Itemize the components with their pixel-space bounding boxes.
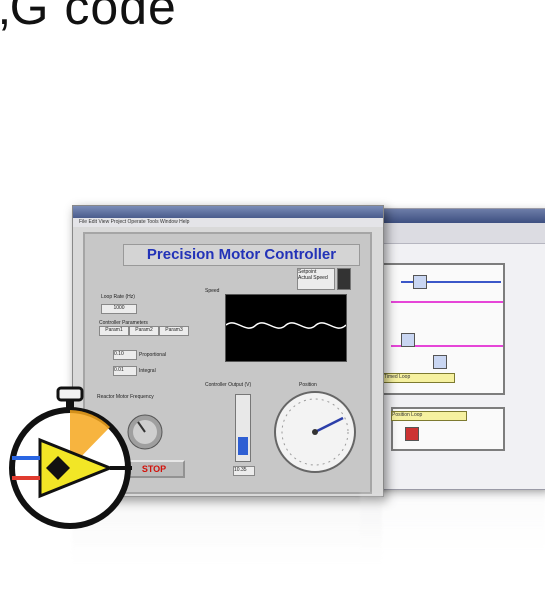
output-value: 10.35 bbox=[233, 466, 255, 476]
tab[interactable]: Param3 bbox=[159, 326, 189, 336]
proportional-label: Proportional bbox=[139, 352, 166, 358]
loop-label: Timed Loop bbox=[383, 373, 455, 383]
reflection bbox=[360, 492, 545, 552]
graph-icon bbox=[225, 294, 347, 362]
block-diagram-toolbar bbox=[361, 223, 545, 244]
proportional-input[interactable]: 0.10 bbox=[113, 350, 137, 360]
speed-label: Speed bbox=[205, 288, 220, 294]
legend: Setpoint Actual Speed bbox=[297, 268, 335, 290]
output-slider[interactable] bbox=[235, 394, 251, 462]
controller-output-label: Controller Output (V) bbox=[205, 382, 252, 388]
tab[interactable]: Param1 bbox=[99, 326, 129, 336]
position-label: Position bbox=[299, 382, 317, 388]
indicator-light bbox=[337, 268, 351, 290]
stopwatch-icon bbox=[0, 382, 135, 532]
loop-label: Position Loop bbox=[391, 411, 467, 421]
heading-text: „G code bbox=[0, 0, 177, 35]
params-tabs: Param1 Param2 Param3 bbox=[99, 326, 191, 336]
vi-node[interactable] bbox=[413, 275, 427, 289]
front-panel-menu: File Edit View Project Operate Tools Win… bbox=[73, 218, 383, 227]
block-diagram-window: Timed Loop Position Loop bbox=[360, 208, 545, 490]
panel-title: Precision Motor Controller bbox=[123, 244, 360, 266]
tab[interactable]: Param2 bbox=[129, 326, 159, 336]
gauge-icon bbox=[273, 390, 357, 474]
vi-node[interactable] bbox=[401, 333, 415, 347]
vi-node[interactable] bbox=[433, 355, 447, 369]
block-diagram-titlebar bbox=[361, 209, 545, 223]
legend-item: Actual Speed bbox=[298, 275, 328, 281]
integral-label: Integral bbox=[139, 368, 156, 374]
front-panel-titlebar bbox=[73, 206, 383, 218]
loop-rate-input[interactable]: 1000 bbox=[101, 304, 137, 314]
integral-input[interactable]: 0.01 bbox=[113, 366, 137, 376]
loop-rate-label: Loop Rate (Hz) bbox=[101, 294, 135, 300]
wire bbox=[391, 301, 503, 303]
vi-node[interactable] bbox=[405, 427, 419, 441]
